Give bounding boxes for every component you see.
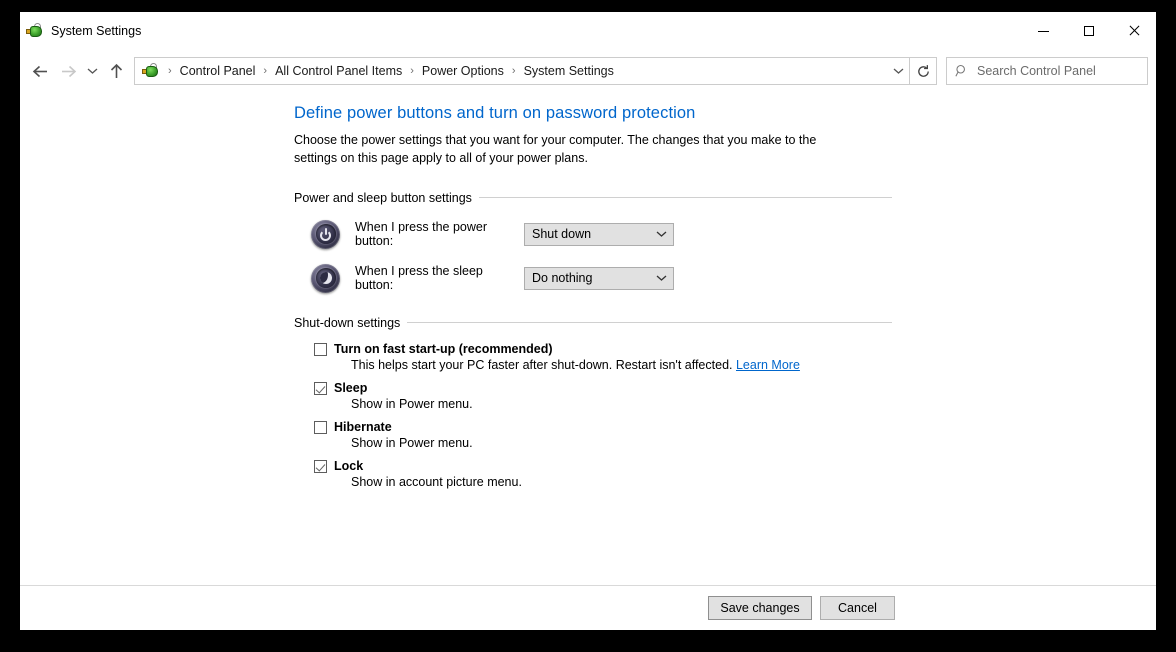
settings-page: Define power buttons and turn on passwor… <box>294 104 894 489</box>
page-description: Choose the power settings that you want … <box>294 133 817 165</box>
power-button-action-select[interactable]: Shut down <box>524 222 674 246</box>
lock-description: Show in account picture menu. <box>351 474 522 489</box>
breadcrumb-item-system-settings[interactable]: System Settings <box>521 62 617 80</box>
window-controls <box>1021 12 1156 50</box>
sleep-button-action-select[interactable]: Do nothing <box>524 266 674 290</box>
breadcrumb-item-control-panel[interactable]: Control Panel <box>177 62 259 80</box>
search-input[interactable] <box>977 64 1147 78</box>
recent-locations-button[interactable] <box>82 57 102 85</box>
breadcrumb-item-power-options[interactable]: Power Options <box>419 62 507 80</box>
refresh-button[interactable] <box>910 57 937 85</box>
breadcrumb-separator-3: › <box>511 65 516 77</box>
save-changes-button[interactable]: Save changes <box>708 596 812 620</box>
refresh-icon <box>917 64 929 77</box>
dialog-footer: Save changes Cancel <box>20 585 1156 630</box>
shutdown-section-header: Shut-down settings <box>294 316 894 330</box>
section-divider <box>407 322 892 323</box>
fast-startup-checkbox[interactable] <box>314 342 327 356</box>
lock-checkbox[interactable] <box>314 459 327 473</box>
sleep-description: Show in Power menu. <box>351 396 473 411</box>
address-bar[interactable]: › Control Panel › All Control Panel Item… <box>134 57 910 85</box>
hibernate-row: Hibernate <box>314 420 894 434</box>
hibernate-label[interactable]: Hibernate <box>334 420 392 434</box>
sleep-button-icon <box>311 263 340 293</box>
navigation-bar: › Control Panel › All Control Panel Item… <box>20 50 1156 92</box>
cancel-button[interactable]: Cancel <box>820 596 895 620</box>
shutdown-options-list: Turn on fast start-up (recommended) This… <box>294 342 894 489</box>
breadcrumb-separator-0: › <box>168 65 172 77</box>
lock-label[interactable]: Lock <box>334 459 363 473</box>
chevron-down-icon <box>656 275 667 281</box>
section-divider <box>478 197 892 198</box>
breadcrumb: › Control Panel › All Control Panel Item… <box>163 62 887 80</box>
sleep-checkbox[interactable] <box>314 381 327 395</box>
search-icon-wrap <box>947 64 977 78</box>
fast-startup-description-text: This helps start your PC faster after sh… <box>351 357 733 372</box>
power-and-sleep-section: Power and sleep button settings When I p… <box>294 191 894 293</box>
lock-row: Lock <box>314 459 894 473</box>
power-button-setting-row: When I press the power button: Shut down <box>294 219 894 249</box>
power-section-header: Power and sleep button settings <box>294 191 894 205</box>
power-button-icon <box>311 219 340 249</box>
sleep-label[interactable]: Sleep <box>334 381 367 395</box>
fast-startup-label[interactable]: Turn on fast start-up (recommended) <box>334 342 553 356</box>
close-icon <box>1128 25 1140 37</box>
sleep-button-setting-row: When I press the sleep button: Do nothin… <box>294 263 894 293</box>
up-button[interactable] <box>102 57 130 85</box>
title-bar: System Settings <box>20 12 1156 50</box>
power-section-heading: Power and sleep button settings <box>294 190 472 205</box>
window-title: System Settings <box>51 24 142 38</box>
search-box[interactable] <box>946 57 1148 85</box>
minimize-button[interactable] <box>1021 12 1066 50</box>
fast-startup-row: Turn on fast start-up (recommended) <box>314 342 894 356</box>
power-button-action-value: Shut down <box>532 227 592 241</box>
forward-arrow-icon <box>61 65 76 77</box>
power-button-label: When I press the power button: <box>355 220 488 248</box>
hibernate-checkbox[interactable] <box>314 420 327 434</box>
breadcrumb-item-all-control-panel-items[interactable]: All Control Panel Items <box>272 62 405 80</box>
breadcrumb-separator-1: › <box>263 65 268 77</box>
recent-locations-chevron-icon <box>87 68 97 74</box>
address-chevron-down-icon <box>893 68 903 74</box>
close-button[interactable] <box>1111 12 1156 50</box>
sleep-row: Sleep <box>314 381 894 395</box>
search-icon <box>955 64 965 77</box>
shutdown-section-heading: Shut-down settings <box>294 315 401 330</box>
shutdown-settings-section: Shut-down settings Turn on fast start-up… <box>294 316 894 489</box>
power-plug-icon <box>26 22 43 40</box>
up-arrow-icon <box>110 63 122 78</box>
fast-startup-description: This helps start your PC faster after sh… <box>314 358 894 372</box>
maximize-button[interactable] <box>1066 12 1111 50</box>
hibernate-description: Show in Power menu. <box>351 435 473 450</box>
page-title: Define power buttons and turn on passwor… <box>294 104 696 122</box>
content-area: Define power buttons and turn on passwor… <box>20 92 1156 585</box>
system-settings-window: System Settings › Control Panel › All Co… <box>20 12 1156 630</box>
sleep-button-action-value: Do nothing <box>532 271 593 285</box>
title-bar-left: System Settings <box>20 22 142 40</box>
back-arrow-icon <box>32 65 47 77</box>
chevron-down-icon <box>656 231 667 237</box>
breadcrumb-separator-2: › <box>410 65 414 77</box>
back-button[interactable] <box>26 57 54 85</box>
maximize-icon <box>1083 26 1094 36</box>
sleep-button-label: When I press the sleep button: <box>355 264 483 292</box>
forward-button[interactable] <box>54 57 82 85</box>
learn-more-link[interactable]: Learn More <box>736 358 800 372</box>
minimize-icon <box>1038 30 1049 32</box>
address-dropdown-button[interactable] <box>887 58 909 84</box>
breadcrumb-power-plug-icon <box>142 62 159 80</box>
